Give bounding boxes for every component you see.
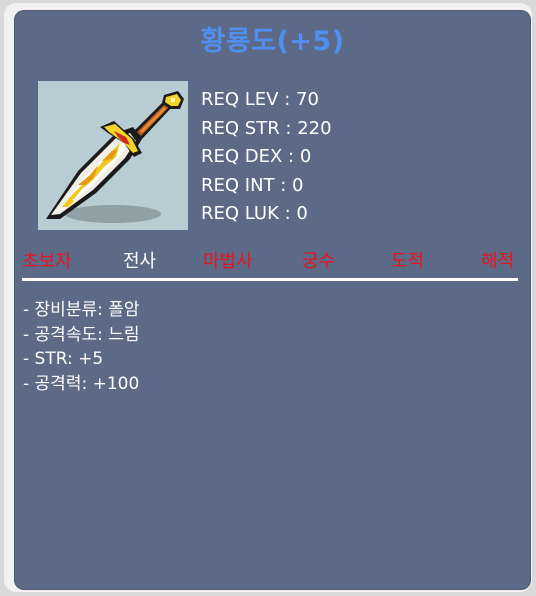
divider [22,278,518,281]
job-thief: 도적 [391,251,425,272]
item-name: 황룡도(+5) [200,26,345,57]
req-str: REQ STR : 220 [201,117,332,139]
req-dex: REQ DEX : 0 [201,146,312,167]
tooltip-frame: 황룡도(+5) REQ LEV: 70 REQ STR: 220 REQ D… [4,3,532,592]
requirements-list: REQ LEV : 70 REQ STR : 220 REQ DEX : 0 R… [201,86,332,229]
item-stats-list: - 장비분류: 폴암 - 공격속도: 느림 - STR: +5 - 공격력: +… [23,298,140,396]
stat-attack-speed: - 공격속도: 느림 [23,324,140,345]
job-magician: 마법사 [203,251,253,272]
req-level: REQ LEV : 70 [201,89,319,110]
stat-str: - STR: +5 [23,349,104,369]
stat-equipment-type: - 장비분류: 폴암 [23,300,140,320]
job-beginner: 초보자 [22,251,72,272]
job-class-list: 초보자 전사 마법사 궁수 도적 해적 [14,247,531,273]
job-bowman: 궁수 [302,251,336,272]
req-luk: REQ LUK : 0 [201,203,308,224]
stat-attack-power: - 공격력: +100 [23,373,140,394]
req-int: REQ INT : 0 [201,174,304,196]
item-icon-box [38,81,188,230]
job-pirate: 해적 [481,251,515,272]
item-tooltip-panel: 황룡도(+5) REQ LEV: 70 REQ STR: 220 REQ D… [14,10,531,590]
job-warrior: 전사 [123,251,157,272]
golden-dragon-sword-icon [46,91,184,223]
